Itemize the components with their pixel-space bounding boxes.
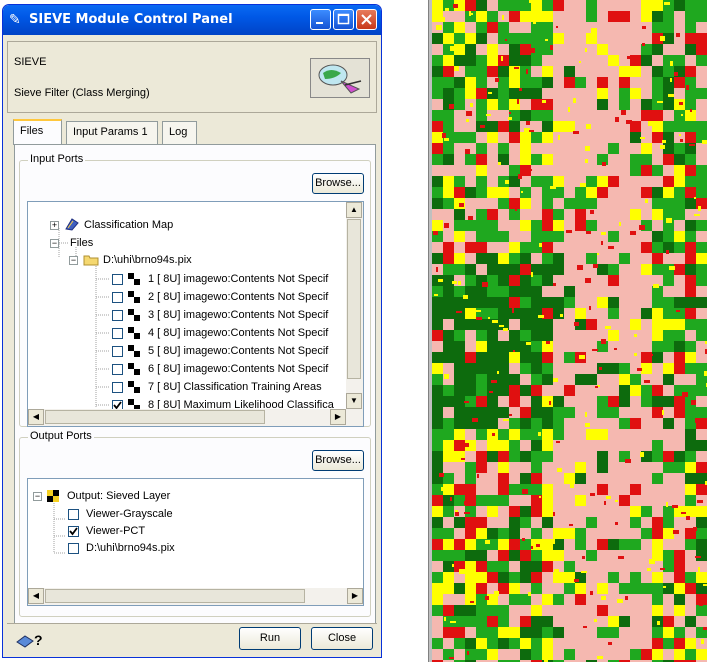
module-description: Sieve Filter (Class Merging) (14, 87, 150, 99)
input-tree-vscrollbar[interactable]: ▲ ▼ (346, 202, 363, 409)
output-ports-label: Output Ports (28, 430, 94, 442)
footer-divider (7, 623, 377, 624)
collapse-icon[interactable]: − (33, 492, 42, 501)
output-tree-hscrollbar[interactable]: ◀ ▶ (28, 588, 363, 605)
raster-icon (128, 345, 140, 362)
tab-log-label: Log (169, 126, 188, 138)
checkmark-icon (69, 527, 78, 536)
tab-input-params-label: Input Params 1 (73, 126, 148, 138)
channel-label: 1 [ 8U] imagewo:Contents Not Specif (148, 273, 329, 285)
tab-files-label: Files (20, 125, 44, 137)
close-button[interactable]: Close (311, 627, 373, 650)
raster-icon (128, 381, 140, 398)
expand-icon[interactable]: + (50, 221, 59, 230)
tab-files[interactable]: Files (13, 119, 62, 145)
input-ports-group: Input Ports Browse... + Classification M… (19, 153, 371, 427)
channel-label: 4 [ 8U] imagewo:Contents Not Specif (148, 327, 329, 339)
channel-checkbox[interactable] (112, 364, 123, 375)
channel-label: 2 [ 8U] imagewo:Contents Not Specif (148, 291, 329, 303)
collapse-icon[interactable]: − (50, 239, 59, 248)
raster-icon (128, 363, 140, 380)
tab-log[interactable]: Log (162, 121, 197, 145)
scroll-thumb[interactable] (45, 410, 265, 424)
output-browse-button[interactable]: Browse... (312, 450, 364, 471)
svg-text:?: ? (34, 632, 43, 648)
channel-checkbox[interactable] (112, 346, 123, 357)
close-window-button[interactable] (356, 9, 377, 30)
channel-label: 6 [ 8U] imagewo:Contents Not Specif (148, 363, 329, 375)
window-title: SIEVE Module Control Panel (29, 12, 233, 27)
app-icon: ✎ (9, 11, 21, 27)
maximize-button[interactable] (333, 9, 354, 30)
classification-map-viewer[interactable] (432, 0, 707, 662)
layer-icon (64, 217, 80, 237)
file-path-label: D:\uhi\brno94s.pix (103, 254, 192, 266)
files-tab-panel: Input Ports Browse... + Classification M… (14, 144, 376, 624)
raster-icon (128, 327, 140, 344)
run-button[interactable]: Run (239, 627, 301, 650)
output-label: Output: Sieved Layer (67, 490, 171, 502)
files-label: Files (70, 237, 94, 249)
classification-map-label: Classification Map (84, 219, 174, 231)
output-target-label: Viewer-Grayscale (86, 508, 173, 520)
channel-label: 5 [ 8U] imagewo:Contents Not Specif (148, 345, 329, 357)
channel-label: 7 [ 8U] Classification Training Areas (148, 381, 322, 393)
tab-input-params[interactable]: Input Params 1 (66, 121, 158, 145)
module-header: SIEVE Sieve Filter (Class Merging) (7, 41, 377, 113)
title-bar[interactable]: ✎ SIEVE Module Control Panel (3, 5, 381, 35)
raster-icon (128, 291, 140, 308)
channel-checkbox[interactable] (112, 292, 123, 303)
folder-icon (83, 253, 99, 271)
input-browse-button[interactable]: Browse... (312, 173, 364, 194)
output-ports-tree[interactable]: − Output: Sieved Layer Viewer-Grayscale … (27, 478, 364, 606)
output-target-label: Viewer-PCT (86, 525, 146, 537)
channel-label: 3 [ 8U] imagewo:Contents Not Specif (148, 309, 329, 321)
sieve-control-panel-window: ✎ SIEVE Module Control Panel SIEVE Sieve… (2, 4, 382, 658)
output-target-label: D:\uhi\brno94s.pix (86, 542, 175, 554)
output-checkbox-checked[interactable] (68, 526, 79, 537)
module-name: SIEVE (14, 56, 47, 68)
scroll-thumb[interactable] (45, 589, 305, 603)
collapse-icon[interactable]: − (69, 256, 78, 265)
output-ports-group: Output Ports Browse... − Output: Sieved … (19, 430, 371, 617)
classified-image (432, 0, 707, 662)
channel-checkbox[interactable] (112, 274, 123, 285)
scroll-down-icon[interactable]: ▼ (346, 393, 362, 409)
input-ports-label: Input Ports (28, 153, 86, 165)
scroll-right-icon[interactable]: ▶ (347, 588, 363, 604)
output-layer-icon (47, 490, 59, 507)
raster-icon (128, 309, 140, 326)
minimize-button[interactable] (310, 9, 331, 30)
scroll-thumb[interactable] (347, 219, 361, 379)
channel-checkbox[interactable] (112, 328, 123, 339)
output-checkbox[interactable] (68, 509, 79, 520)
scroll-right-icon[interactable]: ▶ (330, 409, 346, 425)
scroll-left-icon[interactable]: ◀ (28, 409, 44, 425)
module-icon (310, 58, 370, 98)
output-checkbox[interactable] (68, 543, 79, 554)
scroll-up-icon[interactable]: ▲ (346, 202, 362, 218)
channel-checkbox[interactable] (112, 310, 123, 321)
input-ports-tree[interactable]: + Classification Map − Files − D:\uhi\br… (27, 201, 364, 427)
channel-checkbox[interactable] (112, 382, 123, 393)
help-icon[interactable]: ? (15, 630, 45, 653)
scroll-left-icon[interactable]: ◀ (28, 588, 44, 604)
raster-icon (128, 273, 140, 290)
input-tree-hscrollbar[interactable]: ◀ ▶ (28, 409, 363, 426)
